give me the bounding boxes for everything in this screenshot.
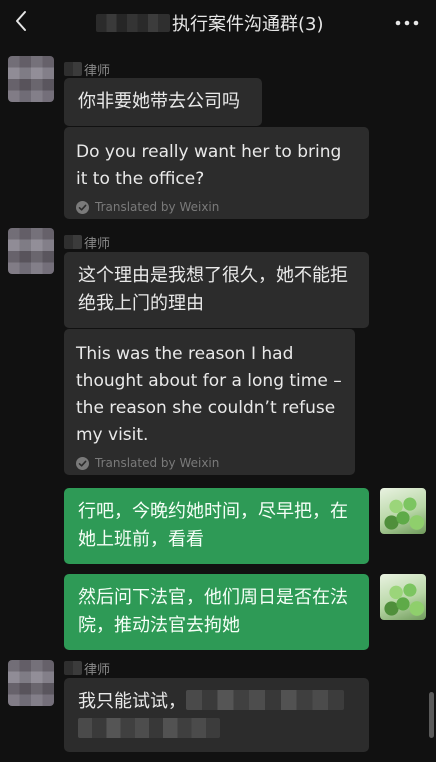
message-text: 行吧，今晚约她时间，尽早把，在她上班前，看看 — [78, 501, 348, 550]
sender-name: 律师 — [84, 662, 111, 678]
avatar[interactable] — [8, 660, 54, 706]
message-bubble[interactable]: 你非要她带去公司吗 — [64, 78, 262, 126]
sender-label: 律师 — [64, 234, 111, 252]
more-button[interactable] — [390, 8, 424, 38]
sender-label: 律师 — [64, 660, 111, 678]
check-icon — [76, 200, 89, 214]
check-icon — [76, 456, 89, 470]
redacted-sender-name — [64, 661, 82, 675]
translated-by-note: Translated by Weixin — [76, 451, 343, 475]
redacted-sender-name — [64, 235, 82, 249]
my-avatar[interactable] — [380, 574, 426, 620]
more-dots-icon — [395, 20, 419, 26]
translation-bubble[interactable]: Do you really want her to bring it to th… — [64, 127, 369, 219]
translation-bubble[interactable]: This was the reason I had thought about … — [64, 329, 355, 475]
redacted-sender-name — [64, 62, 82, 76]
message-bubble[interactable]: 这个理由是我想了很久，她不能拒绝我上门的理由 — [64, 252, 369, 328]
avatar[interactable] — [8, 228, 54, 274]
chat-title-wrap: 执行案件沟通群(3) — [96, 10, 324, 36]
chat-title: 执行案件沟通群(3) — [172, 14, 324, 35]
redacted-group-name — [96, 14, 170, 32]
message-text: 我只能试试， — [78, 691, 186, 712]
translation-text: Do you really want her to bring it to th… — [76, 142, 342, 189]
message-text: 你非要她带去公司吗 — [78, 91, 240, 112]
sender-name: 律师 — [84, 63, 111, 79]
chat-header: 执行案件沟通群(3) — [0, 0, 436, 46]
message-text: 然后问下法官，他们周日是否在法院，推动法官去拘她 — [78, 587, 348, 636]
my-avatar[interactable] — [380, 488, 426, 534]
my-message-bubble[interactable]: 行吧，今晚约她时间，尽早把，在她上班前，看看 — [64, 488, 369, 564]
message-text: 这个理由是我想了很久，她不能拒绝我上门的理由 — [78, 265, 348, 314]
avatar[interactable] — [8, 56, 54, 102]
chevron-left-icon — [16, 11, 26, 31]
back-button[interactable] — [6, 6, 36, 36]
translated-by-label: Translated by Weixin — [95, 455, 220, 470]
sender-label: 律师 — [64, 61, 111, 79]
sender-name: 律师 — [84, 236, 111, 252]
translated-by-note: Translated by Weixin — [76, 195, 357, 219]
scrollbar-thumb[interactable] — [429, 692, 434, 738]
translation-text: This was the reason I had thought about … — [76, 344, 342, 445]
redacted-text — [78, 718, 220, 738]
redacted-text — [186, 690, 344, 710]
my-message-bubble[interactable]: 然后问下法官，他们周日是否在法院，推动法官去拘她 — [64, 574, 369, 650]
translated-by-label: Translated by Weixin — [95, 199, 220, 214]
message-bubble[interactable]: 我只能试试， — [64, 678, 369, 752]
